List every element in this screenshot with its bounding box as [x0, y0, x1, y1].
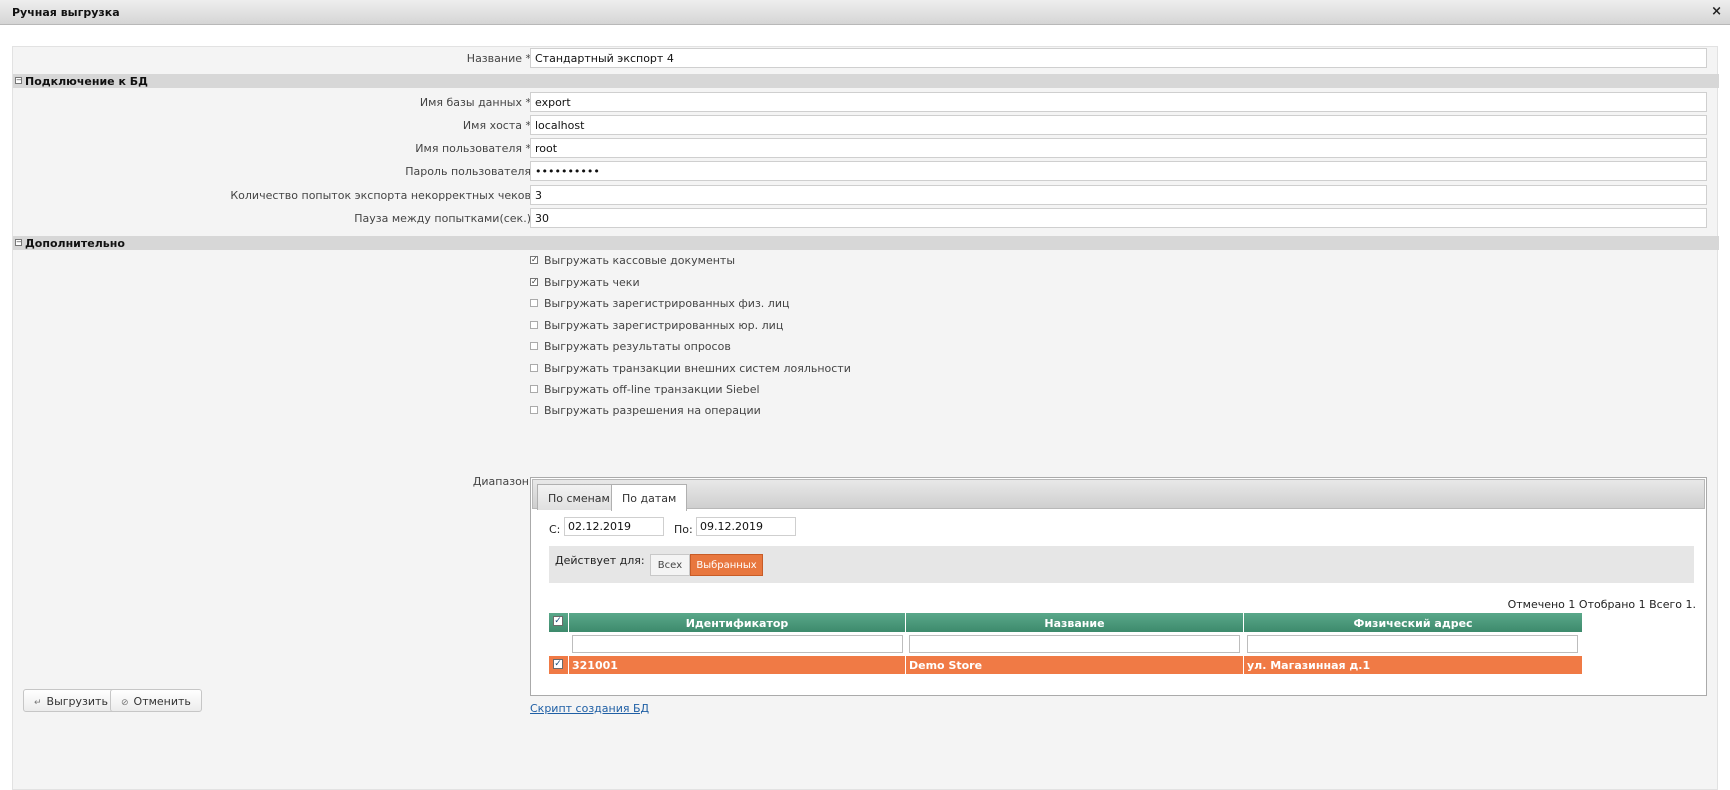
- retries-input[interactable]: [530, 185, 1707, 205]
- collapse-icon[interactable]: −: [15, 239, 22, 246]
- checkbox-loyalty[interactable]: Выгружать транзакции внешних систем лоял…: [530, 362, 851, 380]
- checkbox-unchecked[interactable]: [530, 299, 538, 307]
- filter-id-input[interactable]: [572, 635, 903, 653]
- checkbox-label: Выгружать кассовые документы: [544, 254, 736, 267]
- range-tabs: По сменам По датам: [532, 479, 1705, 511]
- checkbox-receipts[interactable]: ✓ Выгружать чеки: [530, 276, 640, 294]
- to-date-input[interactable]: [696, 517, 796, 536]
- table-row[interactable]: ✓ 321001 Demo Store ул. Магазинная д.1: [549, 656, 1694, 674]
- password-label: Пароль пользователя: [405, 165, 531, 178]
- checkbox-label: Выгружать зарегистрированных юр. лиц: [544, 319, 784, 332]
- cell-name: Demo Store: [906, 656, 1244, 674]
- checkbox-surveys[interactable]: Выгружать результаты опросов: [530, 340, 731, 358]
- name-input[interactable]: [530, 48, 1707, 68]
- cancel-button-label: Отменить: [133, 695, 191, 708]
- name-label: Название *: [466, 52, 531, 65]
- checkbox-individuals[interactable]: Выгружать зарегистрированных физ. лиц: [530, 297, 789, 315]
- form-panel: Название * − Подключение к БД Имя базы д…: [12, 46, 1719, 790]
- window-titlebar: Ручная выгрузка ×: [0, 0, 1730, 25]
- footer-bar: [13, 675, 1717, 789]
- user-label: Имя пользователя *: [415, 142, 531, 155]
- cell-id: 321001: [569, 656, 906, 674]
- checkbox-checked[interactable]: ✓: [530, 278, 538, 286]
- selection-counts: Отмечено 1 Отобрано 1 Всего 1.: [1507, 598, 1696, 611]
- db-section-header[interactable]: − Подключение к БД: [13, 74, 1719, 88]
- export-icon: ↵: [34, 698, 42, 708]
- checkbox-unchecked[interactable]: [530, 364, 538, 372]
- db-section-title: Подключение к БД: [25, 75, 148, 88]
- row-select-cell[interactable]: ✓: [549, 656, 569, 674]
- tab-by-shifts[interactable]: По сменам: [537, 484, 621, 510]
- extra-section-header[interactable]: − Дополнительно: [13, 236, 1719, 250]
- tab-by-dates[interactable]: По датам: [611, 484, 688, 511]
- name-row: Название *: [13, 47, 1719, 69]
- column-header-address[interactable]: Физический адрес: [1244, 613, 1582, 632]
- checkbox-permissions[interactable]: Выгружать разрешения на операции: [530, 404, 761, 422]
- extra-section-title: Дополнительно: [25, 237, 125, 250]
- host-row: Имя хоста *: [13, 114, 1719, 136]
- password-row: Пароль пользователя: [13, 160, 1719, 182]
- user-input[interactable]: [530, 138, 1707, 158]
- checkbox-label: Выгружать off-line транзакции Siebel: [544, 383, 760, 396]
- host-label: Имя хоста *: [462, 119, 531, 132]
- checkbox-unchecked[interactable]: [530, 321, 538, 329]
- checkbox-label: Выгружать разрешения на операции: [544, 404, 761, 417]
- range-label: Диапазон: [472, 475, 529, 488]
- filter-address-input[interactable]: [1247, 635, 1578, 653]
- checkbox-cash-docs[interactable]: ✓ Выгружать кассовые документы: [530, 254, 735, 272]
- collapse-icon[interactable]: −: [15, 77, 22, 84]
- row-checkbox[interactable]: ✓: [553, 659, 563, 669]
- from-label: С:: [549, 523, 561, 536]
- host-input[interactable]: [530, 115, 1707, 135]
- export-button[interactable]: ↵ Выгрузить: [23, 689, 119, 712]
- checkbox-label: Выгружать результаты опросов: [544, 340, 731, 353]
- user-row: Имя пользователя *: [13, 137, 1719, 159]
- to-label: По:: [674, 523, 693, 536]
- checkbox-label: Выгружать чеки: [544, 276, 640, 289]
- checkbox-label: Выгружать транзакции внешних систем лоял…: [544, 362, 851, 375]
- select-all-header[interactable]: ✓: [549, 613, 569, 632]
- filter-name-input[interactable]: [909, 635, 1240, 653]
- checkbox-checked[interactable]: ✓: [530, 256, 538, 264]
- applies-for-bar: Действует для: Всех Выбранных: [549, 546, 1694, 583]
- retries-label: Количество попыток экспорта некорректных…: [230, 189, 531, 202]
- select-all-checkbox[interactable]: ✓: [553, 616, 563, 626]
- checkbox-unchecked[interactable]: [530, 385, 538, 393]
- cancel-icon: ⊘: [121, 698, 129, 708]
- retries-row: Количество попыток экспорта некорректных…: [13, 184, 1719, 206]
- pause-input[interactable]: [530, 208, 1707, 228]
- applies-all-button[interactable]: Всех: [650, 554, 690, 576]
- db-name-label: Имя базы данных *: [419, 96, 531, 109]
- window-title: Ручная выгрузка: [12, 6, 120, 19]
- cell-address: ул. Магазинная д.1: [1244, 656, 1582, 674]
- close-icon[interactable]: ×: [1711, 4, 1722, 19]
- pause-label: Пауза между попытками(сек.): [354, 212, 531, 225]
- applies-label: Действует для:: [555, 554, 645, 567]
- grid-filter-row: [549, 633, 1694, 655]
- checkbox-unchecked[interactable]: [530, 342, 538, 350]
- checkbox-unchecked[interactable]: [530, 406, 538, 414]
- from-date-input[interactable]: [564, 517, 664, 536]
- applies-selected-button[interactable]: Выбранных: [690, 554, 763, 576]
- db-name-row: Имя базы данных *: [13, 91, 1719, 113]
- checkbox-legal-entities[interactable]: Выгружать зарегистрированных юр. лиц: [530, 319, 783, 337]
- export-button-label: Выгрузить: [46, 695, 108, 708]
- pause-row: Пауза между попытками(сек.): [13, 207, 1719, 229]
- checkbox-siebel[interactable]: Выгружать off-line транзакции Siebel: [530, 383, 760, 401]
- column-header-name[interactable]: Название: [906, 613, 1244, 632]
- checkbox-label: Выгружать зарегистрированных физ. лиц: [544, 297, 790, 310]
- column-header-id[interactable]: Идентификатор: [569, 613, 906, 632]
- grid-header: ✓ Идентификатор Название Физический адре…: [549, 613, 1694, 632]
- db-name-input[interactable]: [530, 92, 1707, 112]
- password-input[interactable]: [530, 161, 1707, 181]
- range-panel: По сменам По датам С: По: Действует для:…: [530, 477, 1707, 696]
- cancel-button[interactable]: ⊘ Отменить: [110, 689, 202, 712]
